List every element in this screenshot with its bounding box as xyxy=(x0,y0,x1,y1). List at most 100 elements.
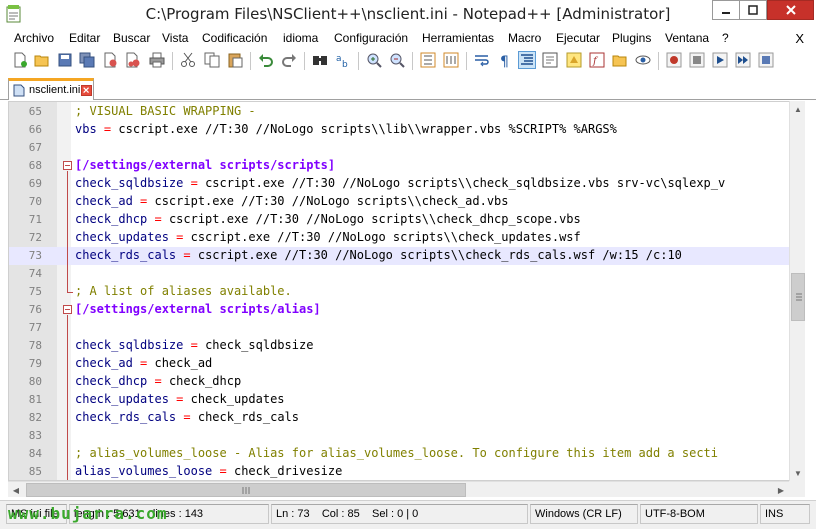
maximize-button[interactable] xyxy=(739,0,767,20)
close-document-button[interactable]: X xyxy=(795,31,804,46)
svg-text:a: a xyxy=(336,54,342,64)
menu-ejecutar[interactable]: Ejecutar xyxy=(556,31,600,45)
code-line[interactable]: 68 [/settings/external scripts/scripts] xyxy=(9,157,790,175)
scroll-up-icon[interactable]: ▲ xyxy=(790,101,806,117)
code-line[interactable]: 80 check_dhcp = check_dhcp xyxy=(9,373,790,391)
code-line[interactable]: 70 check_ad = cscript.exe //T:30 //NoLogo… xyxy=(9,193,790,211)
svg-text:¶: ¶ xyxy=(500,54,509,68)
fold-collapse-icon[interactable] xyxy=(63,305,72,314)
token-section: [/settings/external scripts/alias] xyxy=(75,302,321,316)
menu-ventana[interactable]: Ventana xyxy=(665,31,709,45)
menu-help[interactable]: ? xyxy=(722,31,729,45)
find-icon[interactable] xyxy=(312,52,328,68)
menu-plugins[interactable]: Plugins xyxy=(612,31,651,45)
status-encoding[interactable]: UTF-8-BOM xyxy=(640,504,758,524)
word-wrap-icon[interactable] xyxy=(474,52,490,68)
menu-macro[interactable]: Macro xyxy=(508,31,541,45)
monitoring-icon[interactable] xyxy=(635,52,651,68)
tab-bar: nsclient.ini xyxy=(0,75,816,100)
code-line[interactable]: 79 check_ad = check_ad xyxy=(9,355,790,373)
menu-idioma[interactable]: idioma xyxy=(283,31,318,45)
toolbar-separator xyxy=(658,52,659,70)
code-line[interactable]: 71 check_dhcp = cscript.exe //T:30 //NoLo… xyxy=(9,211,790,229)
line-number: 66 xyxy=(28,123,42,136)
run-macro-multiple-icon[interactable] xyxy=(735,52,751,68)
menu-herramientas[interactable]: Herramientas xyxy=(422,31,494,45)
line-number: 76 xyxy=(28,303,42,316)
cut-icon[interactable] xyxy=(180,52,196,68)
new-file-icon[interactable] xyxy=(12,52,28,68)
document-map-icon[interactable] xyxy=(566,52,582,68)
code-line[interactable]: 83 xyxy=(9,427,790,445)
code-line[interactable]: 69 check_sqldbsize = cscript.exe //T:30 /… xyxy=(9,175,790,193)
horizontal-scrollbar[interactable]: ◀ ▶ xyxy=(8,481,789,497)
horizontal-scroll-thumb[interactable] xyxy=(26,483,466,497)
print-icon[interactable] xyxy=(149,52,165,68)
sync-vertical-icon[interactable] xyxy=(420,52,436,68)
code-line[interactable]: 73 check_rds_cals = cscript.exe //T:30 //… xyxy=(9,247,790,265)
line-text: alias_volumes_loose = check_drivesize xyxy=(75,464,342,478)
code-line[interactable]: 67 xyxy=(9,139,790,157)
user-language-icon[interactable] xyxy=(542,52,558,68)
line-text: check_sqldbsize = check_sqldbsize xyxy=(75,338,313,352)
close-window-button[interactable] xyxy=(767,0,814,20)
record-macro-icon[interactable] xyxy=(666,52,682,68)
code-line[interactable]: 85 alias_volumes_loose = check_drivesize xyxy=(9,463,790,480)
play-macro-icon[interactable] xyxy=(712,52,728,68)
redo-icon[interactable] xyxy=(281,52,297,68)
scroll-down-icon[interactable]: ▼ xyxy=(790,465,806,481)
save-icon[interactable] xyxy=(57,52,73,68)
vertical-scrollbar[interactable]: ▲ ▼ xyxy=(789,101,805,481)
token-key: check_sqldbsize xyxy=(75,176,184,190)
folder-workspace-icon[interactable] xyxy=(612,52,628,68)
menu-vista[interactable]: Vista xyxy=(162,31,188,45)
scroll-left-icon[interactable]: ◀ xyxy=(8,482,24,498)
tab-close-icon[interactable] xyxy=(81,85,92,96)
replace-icon[interactable]: ab xyxy=(335,52,351,68)
sync-horizontal-icon[interactable] xyxy=(443,52,459,68)
copy-icon[interactable] xyxy=(204,52,220,68)
code-line[interactable]: 66 vbs = cscript.exe //T:30 //NoLogo scri… xyxy=(9,121,790,139)
menu-editar[interactable]: Editar xyxy=(69,31,100,45)
close-file-icon[interactable] xyxy=(102,52,118,68)
menu-archivo[interactable]: Archivo xyxy=(14,31,54,45)
fold-line xyxy=(67,315,68,480)
code-line[interactable]: 84 ; alias_volumes_loose - Alias for alia… xyxy=(9,445,790,463)
show-all-chars-icon[interactable]: ¶ xyxy=(497,52,513,68)
save-all-icon[interactable] xyxy=(79,52,95,68)
code-line[interactable]: 77 xyxy=(9,319,790,337)
menu-codificacion[interactable]: Codificación xyxy=(202,31,267,45)
svg-text:b: b xyxy=(342,60,348,68)
scroll-right-icon[interactable]: ▶ xyxy=(773,482,789,498)
line-text: check_updates = check_updates xyxy=(75,392,285,406)
code-line[interactable]: 74 xyxy=(9,265,790,283)
function-list-icon[interactable]: f xyxy=(589,52,605,68)
code-line[interactable]: 78 check_sqldbsize = check_sqldbsize xyxy=(9,337,790,355)
zoom-out-icon[interactable] xyxy=(389,52,405,68)
open-file-icon[interactable] xyxy=(34,52,50,68)
code-line[interactable]: 72 check_updates = cscript.exe //T:30 //N… xyxy=(9,229,790,247)
minimize-button[interactable] xyxy=(712,0,740,20)
code-line[interactable]: 76 [/settings/external scripts/alias] xyxy=(9,301,790,319)
code-line[interactable]: 75 ; A list of aliases available. xyxy=(9,283,790,301)
indent-guide-icon[interactable] xyxy=(518,51,536,69)
fold-collapse-icon[interactable] xyxy=(63,161,72,170)
code-line[interactable]: 81 check_updates = check_updates xyxy=(9,391,790,409)
code-line[interactable]: 65 ; VISUAL BASIC WRAPPING - xyxy=(9,103,790,121)
vertical-scroll-thumb[interactable] xyxy=(791,273,805,321)
undo-icon[interactable] xyxy=(258,52,274,68)
save-macro-icon[interactable] xyxy=(758,52,774,68)
close-all-icon[interactable] xyxy=(125,52,141,68)
paste-icon[interactable] xyxy=(227,52,243,68)
code-line[interactable]: 82 check_rds_cals = check_rds_cals xyxy=(9,409,790,427)
menu-buscar[interactable]: Buscar xyxy=(113,31,150,45)
status-eol[interactable]: Windows (CR LF) xyxy=(530,504,638,524)
code-editor[interactable]: 65 ; VISUAL BASIC WRAPPING - 66 vbs = cscri… xyxy=(8,101,805,481)
toolbar: ab ¶ f xyxy=(0,49,816,73)
menu-configuracion[interactable]: Configuración xyxy=(334,31,408,45)
stop-macro-icon[interactable] xyxy=(689,52,705,68)
token-val: cscript.exe //T:30 //NoLogo scripts\\che… xyxy=(197,248,682,262)
zoom-in-icon[interactable] xyxy=(366,52,382,68)
tab-nsclient-ini[interactable]: nsclient.ini xyxy=(8,78,94,100)
line-text: check_rds_cals = cscript.exe //T:30 //No… xyxy=(75,248,682,262)
